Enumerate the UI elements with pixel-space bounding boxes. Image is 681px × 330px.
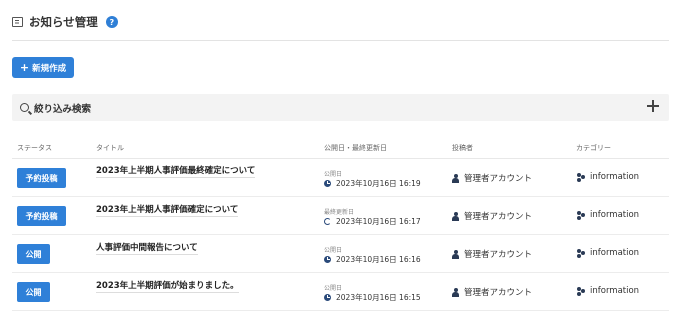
- date-text: 2023年10月16日 16:17: [336, 217, 421, 226]
- help-icon[interactable]: ?: [105, 16, 118, 28]
- category: information: [576, 248, 639, 258]
- status-badge: 予約投稿: [17, 168, 66, 188]
- author: 管理者アカウント: [452, 248, 532, 260]
- status-badge: 予約投稿: [17, 206, 66, 226]
- category-name: information: [590, 248, 640, 258]
- status-badge: 公開: [17, 282, 50, 302]
- date-label: 公開日: [324, 171, 343, 178]
- author-name: 管理者アカウント: [464, 288, 533, 298]
- header-divider: [12, 40, 669, 41]
- category: information: [576, 210, 639, 220]
- category: information: [576, 172, 639, 182]
- date-value: 2023年10月16日 16:17: [324, 216, 421, 227]
- date-label: 公開日: [324, 285, 343, 292]
- page-title: お知らせ管理: [29, 15, 98, 29]
- column-header-date: 公開日・最終更新日: [324, 144, 387, 152]
- category-name: information: [590, 172, 640, 182]
- date-text: 2023年10月16日 16:16: [336, 255, 421, 264]
- column-header-title: タイトル: [96, 144, 124, 152]
- author-name: 管理者アカウント: [464, 212, 533, 222]
- post-title-link[interactable]: 2023年上半期評価が始まりました。: [96, 279, 239, 293]
- author: 管理者アカウント: [452, 172, 532, 184]
- page-header: お知らせ管理 ?: [12, 10, 118, 34]
- category-icon: [576, 286, 586, 296]
- new-post-label: 新規作成: [32, 63, 67, 74]
- status-badge: 公開: [17, 244, 50, 264]
- date-label: 公開日: [324, 247, 343, 254]
- table-row[interactable]: 公開 2023年上半期評価が始まりました。 公開日 2023年10月16日 16…: [12, 273, 669, 311]
- column-header-author: 投稿者: [452, 144, 473, 152]
- expand-plus-icon[interactable]: [647, 100, 659, 112]
- date-text: 2023年10月16日 16:15: [336, 293, 421, 302]
- clock-icon: [324, 294, 331, 301]
- column-header-status: ステータス: [17, 144, 52, 152]
- category-name: information: [590, 286, 640, 296]
- category-icon: [576, 248, 586, 258]
- post-title-link[interactable]: 2023年上半期人事評価最終確定について: [96, 164, 256, 178]
- refresh-icon: [324, 218, 331, 225]
- column-header-category: カテゴリー: [576, 144, 611, 152]
- table-row[interactable]: 予約投稿 2023年上半期人事評価確定について 最終更新日 2023年10月16…: [12, 197, 669, 235]
- user-icon: [452, 287, 459, 297]
- date-value: 2023年10月16日 16:19: [324, 178, 421, 189]
- search-icon: [20, 103, 29, 112]
- user-icon: [452, 249, 459, 259]
- date-value: 2023年10月16日 16:15: [324, 292, 421, 303]
- user-icon: [452, 211, 459, 221]
- date-text: 2023年10月16日 16:19: [336, 179, 421, 188]
- filter-label: 絞り込み検索: [34, 103, 92, 115]
- filter-search-bar[interactable]: 絞り込み検索: [12, 94, 669, 121]
- category-name: information: [590, 210, 640, 220]
- author: 管理者アカウント: [452, 210, 532, 222]
- category-icon: [576, 172, 586, 182]
- post-title-link[interactable]: 人事評価中間報告について: [96, 241, 198, 255]
- table-row[interactable]: 予約投稿 2023年上半期人事評価最終確定について 公開日 2023年10月16…: [12, 159, 669, 197]
- author: 管理者アカウント: [452, 286, 532, 298]
- table-row[interactable]: 公開 人事評価中間報告について 公開日 2023年10月16日 16:16 管理…: [12, 235, 669, 273]
- category: information: [576, 286, 639, 296]
- clock-icon: [324, 180, 331, 187]
- clock-icon: [324, 256, 331, 263]
- date-label: 最終更新日: [324, 209, 355, 216]
- document-list-icon: [12, 17, 23, 27]
- user-icon: [452, 173, 459, 183]
- author-name: 管理者アカウント: [464, 250, 533, 260]
- post-title-link[interactable]: 2023年上半期人事評価確定について: [96, 203, 239, 217]
- category-icon: [576, 210, 586, 220]
- new-post-button[interactable]: + 新規作成: [12, 57, 74, 78]
- row-divider: [12, 310, 669, 311]
- plus-icon: +: [19, 61, 30, 74]
- author-name: 管理者アカウント: [464, 174, 533, 184]
- date-value: 2023年10月16日 16:16: [324, 254, 421, 265]
